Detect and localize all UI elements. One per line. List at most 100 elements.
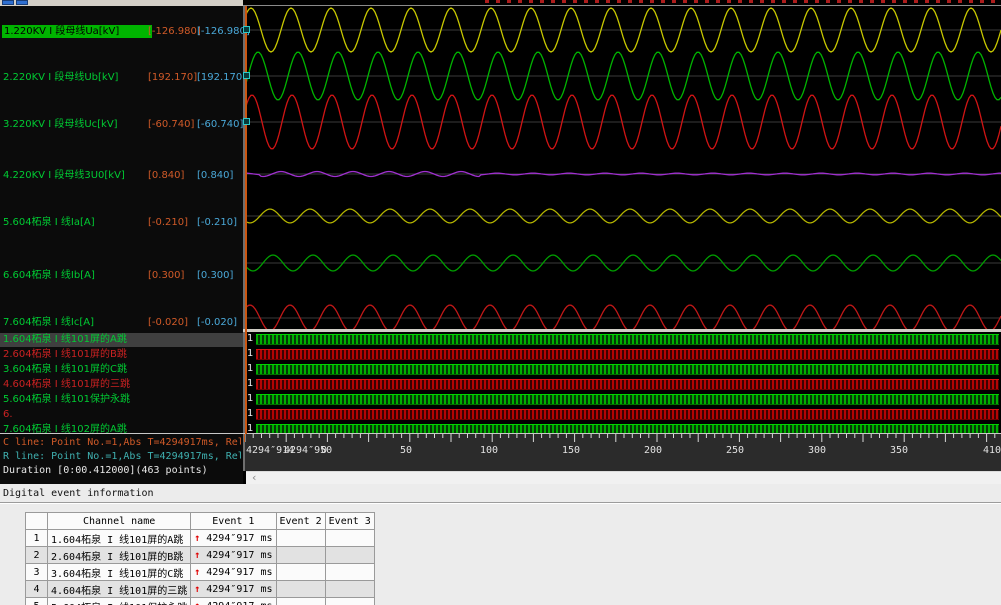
event-1-cell: ↑ 4294″917 ms: [191, 598, 276, 605]
time-ruler[interactable]: 4294″9144294″950050100150200250300350410: [245, 434, 1001, 471]
horizontal-scrollbar[interactable]: ‹: [246, 471, 1001, 484]
time-axis-label: 410: [983, 445, 1001, 456]
event-time: 4294″917 ms: [206, 584, 272, 595]
waveform-trace-Ic: [245, 305, 1001, 329]
event-1-cell: ↑4294″917 ms: [191, 581, 276, 598]
digital-trace-bar: [256, 349, 999, 360]
c-line-status: C line: Point No.=1,Abs T=4294917ms, Rel…: [3, 437, 241, 449]
time-axis-label: 350: [890, 445, 908, 456]
r-cursor-value: [0.300]: [197, 269, 233, 282]
event-table-row[interactable]: 55.604柘泉 I 线101保护永跳↑4294″917 ms: [26, 598, 375, 605]
c-cursor-line[interactable]: [245, 6, 247, 434]
event-row-number: 2: [26, 547, 48, 564]
digital-state-value: 1: [247, 393, 253, 405]
digital-channel-row[interactable]: 4.604柘泉 I 线101屏的三跳: [0, 378, 243, 392]
analog-waveform-plot[interactable]: [245, 6, 1001, 329]
digital-channel-row[interactable]: 6.: [0, 408, 243, 422]
r-cursor-value: [-126.980]: [197, 25, 250, 38]
analog-channel-row[interactable]: 7.604柘泉 I 线Ic[A][-0.020][-0.020]: [0, 316, 243, 330]
digital-trace-bar: [256, 334, 999, 345]
event-time: 4294″917 ms: [206, 601, 272, 605]
event-channel-name: 4.604柘泉 I 线101屏的三跳: [48, 581, 191, 598]
digital-trace-row: 1: [245, 348, 1001, 361]
analog-channel-row[interactable]: 5.604柘泉 I 线Ia[A][-0.210][-0.210]: [0, 216, 243, 230]
c-cursor-value: [192.170]: [148, 71, 197, 84]
event-section-title: Digital event information: [3, 488, 154, 499]
digital-channel-row[interactable]: 7.604柘泉 I 线102屏的A跳: [0, 423, 243, 437]
c-cursor-value: [-60.740]: [148, 118, 194, 131]
analog-channel-row[interactable]: 1.220KV I 段母线Ua[kV][-126.980][-126.980]: [0, 25, 243, 39]
digital-trace-row: 1: [245, 363, 1001, 376]
analog-channel-row[interactable]: 4.220KV I 段母线3U0[kV][0.840][0.840]: [0, 169, 243, 183]
time-axis-label: 250: [726, 445, 744, 456]
rising-edge-icon: ↑: [194, 533, 200, 544]
digital-state-value: 1: [247, 378, 253, 390]
event-time: 4294″917 ms: [206, 567, 272, 578]
digital-trace-row: 1: [245, 333, 1001, 346]
event-3-cell: [325, 564, 374, 581]
digital-state-value: 1: [247, 348, 253, 360]
digital-channel-label: 6.: [3, 409, 13, 420]
r-cursor-value: [192.170]: [197, 71, 246, 84]
analog-channel-label: 7.604柘泉 I 线Ic[A]: [3, 316, 94, 329]
toolbar-button-1[interactable]: [2, 0, 14, 5]
event-3-cell: [325, 547, 374, 564]
r-cursor-value: [0.840]: [197, 169, 233, 182]
event-3-cell: [325, 530, 374, 547]
digital-channel-label: 2.604柘泉 I 线101屏的B跳: [3, 349, 127, 360]
r-cursor-marker[interactable]: [243, 118, 250, 125]
r-cursor-value: [-0.210]: [197, 216, 237, 229]
event-3-cell: [325, 598, 374, 605]
event-2-cell: [276, 530, 325, 547]
scroll-left-icon[interactable]: ‹: [252, 472, 256, 484]
digital-channel-label: 1.604柘泉 I 线101屏的A跳: [3, 334, 127, 345]
toolbar-button-2[interactable]: [16, 0, 28, 5]
event-1-cell: ↑4294″917 ms: [191, 547, 276, 564]
analog-channel-label: 5.604柘泉 I 线Ia[A]: [3, 216, 95, 229]
rising-edge-icon: ↑: [194, 567, 200, 578]
digital-state-value: 1: [247, 408, 253, 420]
digital-state-value: 1: [247, 333, 253, 345]
digital-channel-row[interactable]: 2.604柘泉 I 线101屏的B跳: [0, 348, 243, 362]
analog-channel-row[interactable]: 6.604柘泉 I 线Ib[A][0.300][0.300]: [0, 269, 243, 283]
event-channel-name: 1.604柘泉 I 线101屏的A跳: [48, 530, 191, 547]
digital-trace-row: 1: [245, 393, 1001, 406]
analog-channel-row[interactable]: 3.220KV I 段母线Uc[kV] [-60.740][-60.740]: [0, 118, 243, 132]
analog-channel-label: 3.220KV I 段母线Uc[kV]: [3, 118, 118, 131]
header-row-number: [26, 513, 48, 530]
c-cursor-value: [0.840]: [148, 169, 184, 182]
digital-channel-label: 5.604柘泉 I 线101保护永跳: [3, 394, 130, 405]
header-event-3: Event 3: [325, 513, 374, 530]
digital-channel-row[interactable]: 1.604柘泉 I 线101屏的A跳: [0, 333, 243, 347]
time-axis-label: 300: [808, 445, 826, 456]
analog-channel-label: 2.220KV I 段母线Ub[kV]: [3, 71, 118, 84]
event-table: Channel name Event 1 Event 2 Event 3 11.…: [25, 512, 375, 605]
event-time: 4294″917 ms: [206, 550, 272, 561]
r-cursor-marker[interactable]: [243, 26, 250, 33]
r-cursor-marker[interactable]: [243, 72, 250, 79]
digital-trace-bar: [256, 364, 999, 375]
r-cursor-value: [-60.740]: [197, 118, 243, 131]
event-table-row[interactable]: 11.604柘泉 I 线101屏的A跳↑4294″917 ms: [26, 530, 375, 547]
analog-channel-row[interactable]: 2.220KV I 段母线Ub[kV] [192.170][192.170]: [0, 71, 243, 85]
event-table-row[interactable]: 33.604柘泉 I 线101屏的C跳↑4294″917 ms: [26, 564, 375, 581]
time-axis-label: 200: [644, 445, 662, 456]
time-axis-label: 50: [400, 445, 412, 456]
digital-trace-bar: [256, 394, 999, 405]
event-info-panel: Digital event information Channel name E…: [0, 484, 1001, 605]
time-axis-label: 150: [562, 445, 580, 456]
time-axis-label: 0: [321, 445, 327, 456]
digital-channel-row[interactable]: 3.604柘泉 I 线101屏的C跳: [0, 363, 243, 377]
event-2-cell: [276, 547, 325, 564]
duration-status: Duration [0:00.412000](463 points): [3, 465, 241, 477]
event-table-row[interactable]: 44.604柘泉 I 线101屏的三跳↑4294″917 ms: [26, 581, 375, 598]
digital-channel-row[interactable]: 5.604柘泉 I 线101保护永跳: [0, 393, 243, 407]
event-channel-name: 2.604柘泉 I 线101屏的B跳: [48, 547, 191, 564]
analog-channel-label: 6.604柘泉 I 线Ib[A]: [3, 269, 95, 282]
event-table-row[interactable]: 22.604柘泉 I 线101屏的B跳↑4294″917 ms: [26, 547, 375, 564]
event-time: 4294″917 ms: [206, 533, 272, 544]
digital-channel-label: 4.604柘泉 I 线101屏的三跳: [3, 379, 130, 390]
header-channel-name: Channel name: [48, 513, 191, 530]
header-event-1: Event 1: [191, 513, 276, 530]
rising-edge-icon: ↑: [194, 601, 200, 605]
